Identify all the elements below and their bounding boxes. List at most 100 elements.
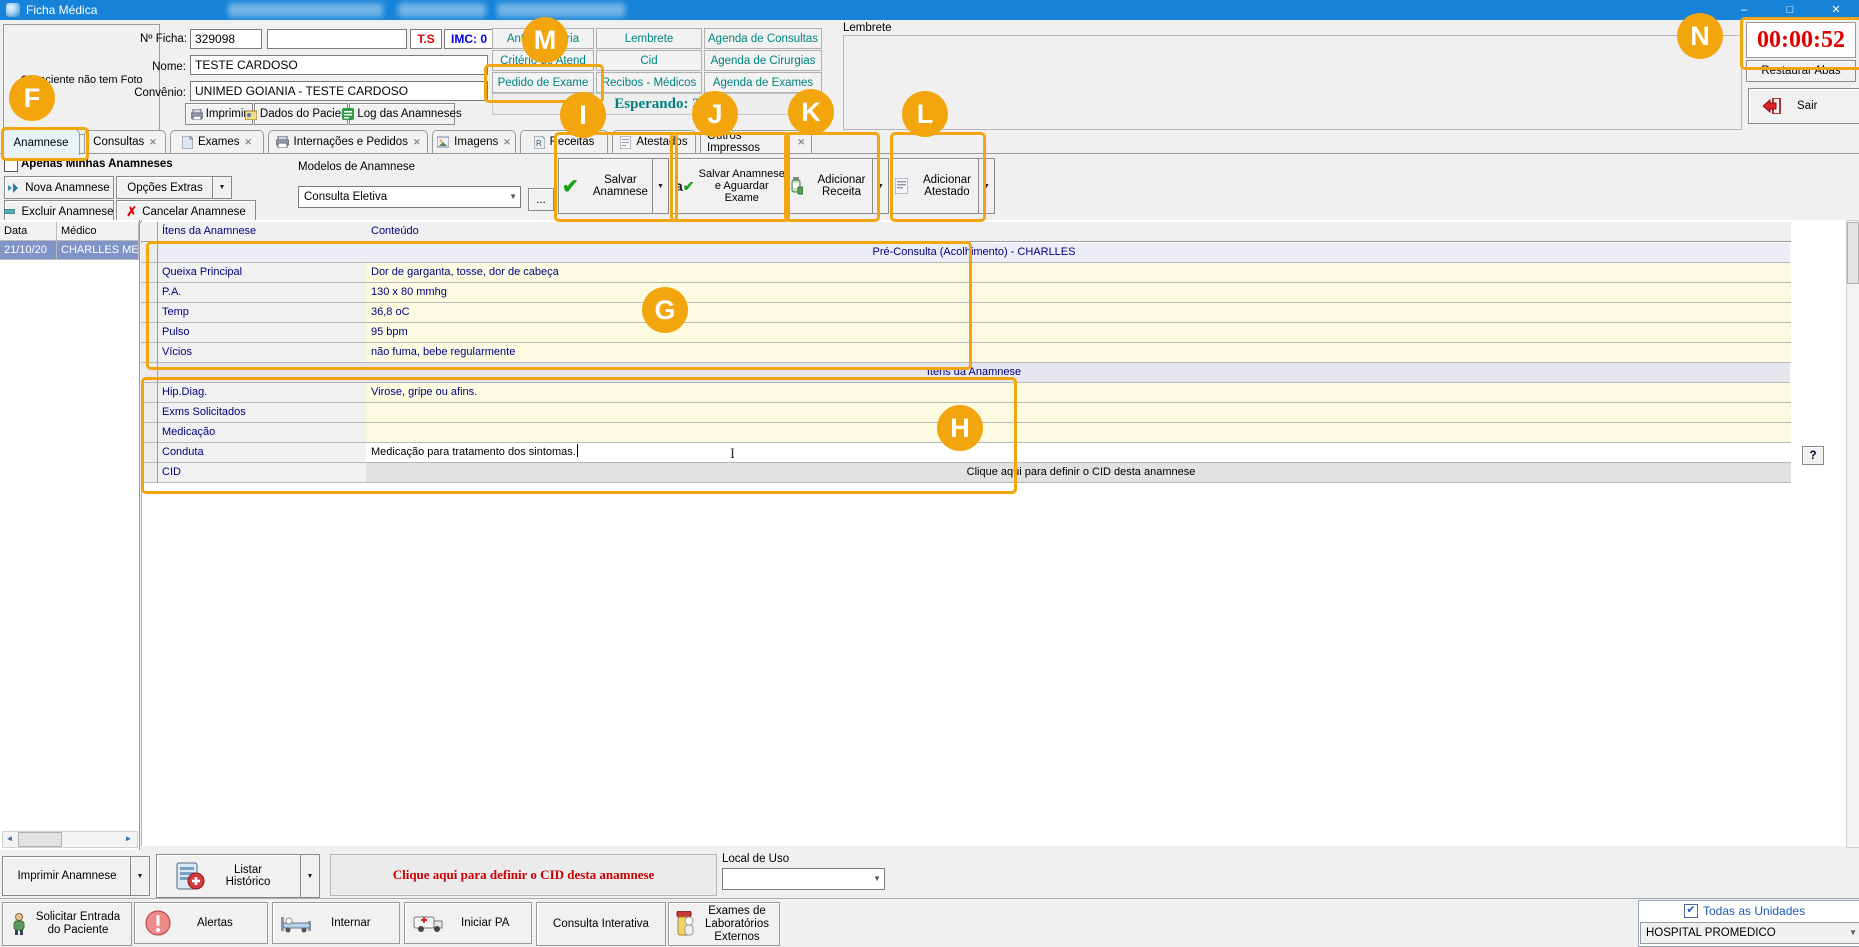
annotation-circle-j: J (692, 91, 738, 137)
tab-close-icon[interactable]: ✕ (413, 137, 421, 148)
scroll-left-icon[interactable]: ◄ (3, 832, 16, 846)
opcoes-extras-button[interactable]: Opções Extras (116, 176, 214, 199)
internar-button[interactable]: Internar (272, 902, 400, 944)
solicitar-entrada-button[interactable]: Solicitar Entrada do Paciente (2, 902, 132, 946)
lembrete-button[interactable]: Lembrete (596, 28, 702, 49)
modelo-anamnese-combo[interactable]: Consulta Eletiva▼ (298, 186, 521, 208)
patient-card-icon (245, 109, 257, 120)
iniciar-pa-button[interactable]: Iniciar PA (404, 902, 532, 944)
person-icon (11, 913, 27, 935)
ficha-label: Nº Ficha: (140, 33, 186, 45)
hscrollbar-thumb[interactable] (18, 832, 62, 847)
listar-historico-button[interactable]: Listar Histórico (156, 854, 302, 898)
tab-imagens[interactable]: Imagens✕ (432, 130, 516, 153)
remove-icon (4, 209, 15, 214)
ficha-input[interactable]: 329098 (190, 29, 262, 49)
lembrete-panel[interactable] (843, 35, 1742, 130)
grid-col-conteudo[interactable]: Conteúdo (366, 222, 1791, 242)
todas-unidades-checkbox[interactable]: ✔ (1684, 904, 1698, 918)
nome-input[interactable]: TESTE CARDOSO (190, 55, 488, 75)
tab-close-icon[interactable]: ✕ (149, 137, 157, 148)
annotation-circle-l: L (902, 91, 948, 137)
exames-lab-externos-button[interactable]: Exames de Laboratórios Externos (668, 902, 780, 946)
annotation-circle-f: F (9, 75, 55, 121)
tab-consultas[interactable]: Consultas✕ (84, 130, 166, 153)
chevron-down-icon: ▼ (873, 869, 881, 889)
alertas-button[interactable]: Alertas (134, 902, 268, 944)
annotation-circle-k: K (788, 89, 834, 135)
prescription-icon: R (534, 136, 545, 149)
cancel-x-icon: ✗ (126, 204, 137, 220)
anamnese-row-date[interactable]: 21/10/20 (0, 241, 57, 260)
annotation-rect-k (784, 132, 880, 222)
annotation-circle-i: I (560, 92, 606, 138)
redacted-text-blur (228, 3, 383, 17)
anamnese-row-medico[interactable]: CHARLLES MEDICO (57, 241, 139, 260)
annotation-rect-i (554, 132, 678, 222)
hospital-bed-icon (281, 913, 311, 933)
col-header-data[interactable]: Data (0, 222, 57, 241)
svg-text:R: R (536, 139, 542, 148)
window-title: Ficha Médica (26, 3, 97, 17)
annotation-circle-h: H (937, 405, 983, 451)
ficha-secondary-input[interactable] (267, 29, 407, 49)
annotation-rect-g (146, 241, 972, 370)
tab-close-icon[interactable]: ✕ (503, 137, 511, 148)
local-de-uso-combo[interactable]: ▼ (722, 868, 885, 890)
sair-button[interactable]: Sair (1748, 88, 1859, 124)
help-button[interactable]: ? (1802, 446, 1824, 465)
imprimir-button[interactable]: Imprimir (185, 103, 253, 125)
col-header-medico[interactable]: Médico (57, 222, 139, 241)
modelos-label: Modelos de Anamnese (298, 161, 415, 173)
todas-unidades-label: Todas as Unidades (1703, 904, 1805, 918)
tab-exames[interactable]: Exames✕ (170, 130, 264, 153)
annotation-rect-f (1, 127, 89, 161)
cid-button[interactable]: Cid (596, 50, 702, 71)
nome-label: Nome: (140, 61, 186, 73)
lembrete-panel-label: Lembrete (843, 22, 892, 34)
consulta-interativa-button[interactable]: Consulta Interativa (536, 902, 666, 946)
agenda-consultas-button[interactable]: Agenda de Consultas (704, 28, 822, 49)
vscrollbar-thumb[interactable] (1847, 222, 1859, 284)
anamneses-list-panel (0, 220, 140, 850)
annotation-circle-m: M (522, 17, 568, 63)
annotation-rect-j (670, 132, 790, 222)
cid-banner[interactable]: Clique aqui para definir o CID desta ana… (330, 854, 717, 896)
redacted-text-blur (398, 3, 486, 17)
listar-historico-dropdown[interactable]: ▼ (300, 854, 320, 898)
annotation-rect-l (890, 132, 986, 222)
document-icon (182, 136, 193, 149)
unidade-combo[interactable]: HOSPITAL PROMEDICO▼ (1640, 922, 1859, 944)
ts-badge[interactable]: T.S (410, 29, 442, 49)
printer-icon (276, 136, 289, 148)
imprimir-anamnese-dropdown[interactable]: ▼ (130, 856, 150, 896)
grid-vscrollbar[interactable] (1846, 220, 1859, 848)
opcoes-extras-dropdown[interactable]: ▼ (212, 176, 232, 199)
printer-icon (191, 109, 203, 120)
chevron-down-icon: ▼ (1849, 923, 1857, 943)
dados-paciente-button[interactable]: Dados do Paciente (254, 103, 348, 125)
imc-badge[interactable]: IMC: 0 (444, 29, 494, 49)
recibos-medicos-button[interactable]: Recibos - Médicos (596, 72, 702, 93)
history-report-icon (175, 861, 205, 891)
modelo-browse-button[interactable]: ... (528, 188, 554, 211)
nova-anamnese-button[interactable]: Nova Anamnese (4, 176, 114, 199)
annotation-circle-n: N (1677, 13, 1723, 59)
annotation-rect-h (141, 377, 1017, 494)
ambulance-icon (413, 913, 443, 933)
annotation-circle-g: G (642, 287, 688, 333)
image-icon (437, 136, 449, 148)
tab-internacoes-pedidos[interactable]: Internações e Pedidos✕ (268, 130, 428, 153)
local-de-uso-label: Local de Uso (722, 853, 789, 865)
log-anamneses-button[interactable]: Log das Anamneses (349, 103, 455, 125)
grid-header: Ítens da Anamnese Conteúdo (141, 222, 1791, 242)
agenda-cirurgias-button[interactable]: Agenda de Cirurgias (704, 50, 822, 71)
new-arrows-icon (8, 183, 19, 193)
grid-col-itens[interactable]: Ítens da Anamnese (158, 222, 370, 242)
convenio-input[interactable]: UNIMED GOIANIA - TESTE CARDOSO (190, 81, 488, 101)
scroll-right-icon[interactable]: ► (122, 832, 135, 846)
app-icon (6, 3, 20, 17)
chevron-down-icon: ▼ (509, 187, 517, 207)
tab-close-icon[interactable]: ✕ (245, 137, 253, 148)
imprimir-anamnese-button[interactable]: Imprimir Anamnese (2, 856, 132, 896)
